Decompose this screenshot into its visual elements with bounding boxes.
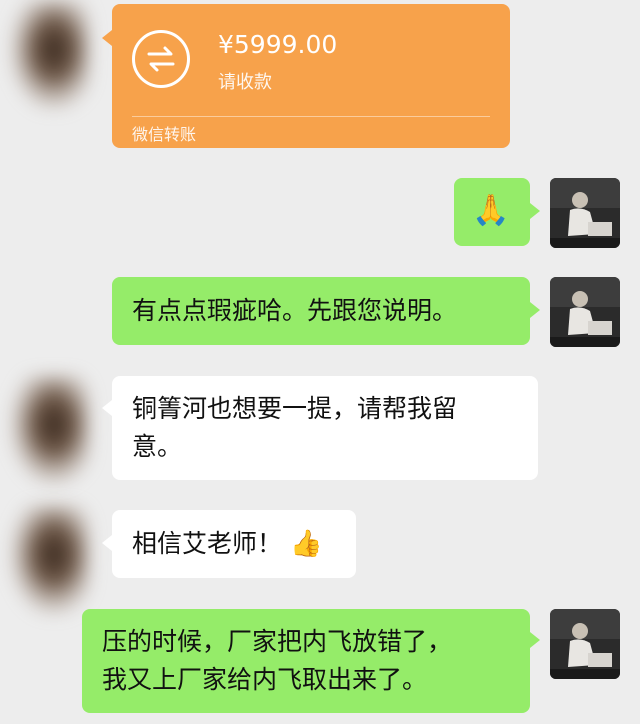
message-text-line: 压的时候，厂家把内飞放错了， bbox=[102, 627, 453, 656]
message-bubble[interactable]: 🙏 bbox=[454, 178, 530, 246]
divider bbox=[132, 116, 490, 117]
message-bubble[interactable]: 相信艾老师！ 👍 bbox=[112, 510, 356, 578]
wechat-transfer-card[interactable]: ¥5999.00 请收款 微信转账 bbox=[112, 4, 510, 148]
self-avatar[interactable] bbox=[550, 178, 620, 248]
message-text-line: 铜箐河也想要一提，请帮我留 bbox=[132, 394, 458, 423]
message-bubble[interactable]: 铜箐河也想要一提，请帮我留 意。 bbox=[112, 376, 538, 480]
thumbs-up-emoji: 👍 bbox=[289, 529, 323, 559]
praying-hands-emoji: 🙏 bbox=[472, 193, 510, 228]
bubble-tail bbox=[530, 632, 540, 648]
contact-avatar[interactable] bbox=[10, 375, 90, 485]
message-text-line: 意。 bbox=[132, 432, 183, 461]
transfer-arrows-icon bbox=[132, 30, 190, 88]
transfer-footer: 微信转账 bbox=[132, 125, 197, 144]
self-avatar[interactable] bbox=[550, 277, 620, 347]
bubble-tail bbox=[102, 30, 112, 46]
contact-avatar[interactable] bbox=[10, 505, 90, 615]
bubble-tail bbox=[530, 302, 540, 318]
message-bubble[interactable]: 有点点瑕疵哈。先跟您说明。 bbox=[112, 277, 530, 345]
message-text-line: 我又上厂家给内飞取出来了。 bbox=[102, 665, 428, 694]
message-text: 相信艾老师！ bbox=[132, 529, 283, 558]
bubble-tail bbox=[102, 400, 112, 416]
self-avatar[interactable] bbox=[550, 609, 620, 679]
bubble-tail bbox=[530, 203, 540, 219]
bubble-tail bbox=[102, 535, 112, 551]
transfer-amount: ¥5999.00 bbox=[218, 30, 338, 59]
message-bubble[interactable]: 压的时候，厂家把内飞放错了， 我又上厂家给内飞取出来了。 bbox=[82, 609, 530, 713]
contact-avatar[interactable] bbox=[10, 0, 90, 110]
message-text: 有点点瑕疵哈。先跟您说明。 bbox=[132, 296, 458, 325]
transfer-status: 请收款 bbox=[218, 72, 272, 93]
